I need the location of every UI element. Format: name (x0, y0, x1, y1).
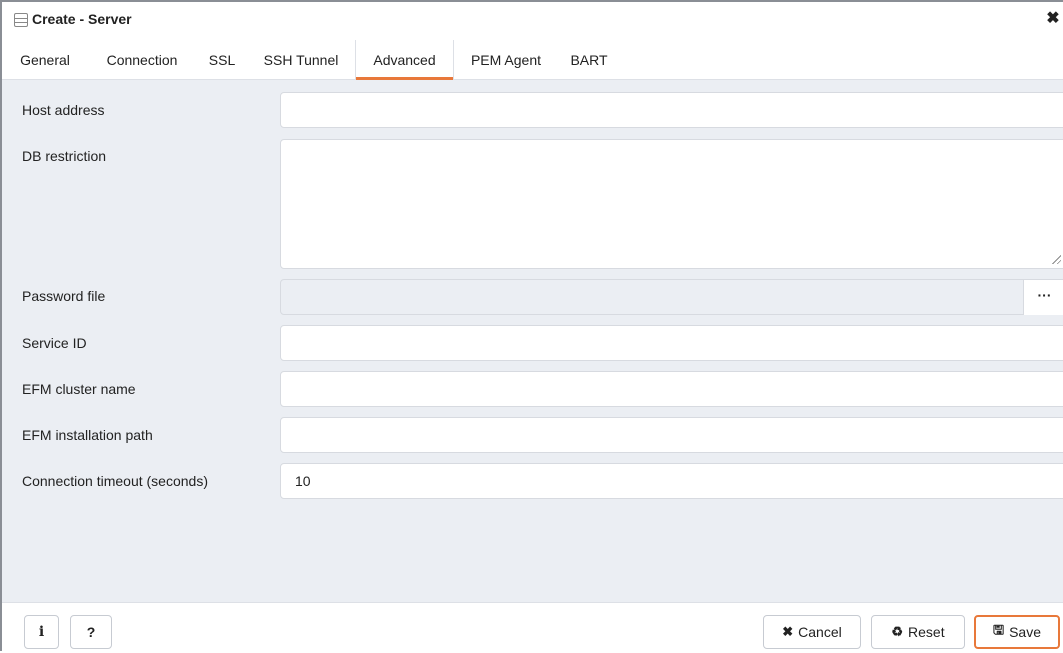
resize-grip-icon[interactable] (1051, 254, 1061, 264)
tab-ssl[interactable]: SSL (196, 40, 248, 80)
dialog-title: Create - Server (32, 11, 132, 27)
tab-ssh-tunnel[interactable]: SSH Tunnel (248, 40, 354, 80)
efm-cluster-name-input[interactable] (280, 371, 1063, 407)
save-label: Save (1009, 624, 1041, 640)
tab-connection[interactable]: Connection (88, 40, 196, 80)
reset-label: Reset (908, 624, 945, 640)
efm-installation-path-label: EFM installation path (22, 427, 153, 443)
efm-cluster-name-label: EFM cluster name (22, 381, 136, 397)
create-server-dialog: Create - Server ✖ General Connection SSL… (0, 0, 1063, 653)
browse-button[interactable]: ··· (1023, 280, 1063, 315)
floppy-disk-icon: 🖫 (993, 622, 1005, 637)
cancel-button[interactable]: ✖ Cancel (763, 615, 861, 649)
info-button[interactable]: i (24, 615, 59, 649)
server-icon (14, 13, 28, 27)
dialog-titlebar: Create - Server ✖ (2, 2, 1063, 40)
save-button[interactable]: 🖫 Save (974, 615, 1060, 649)
help-button[interactable]: ? (70, 615, 112, 649)
cancel-icon: ✖ (782, 624, 794, 639)
close-icon[interactable]: ✖ (1045, 10, 1061, 28)
reset-button[interactable]: ♻ Reset (871, 615, 965, 649)
host-address-label: Host address (22, 102, 105, 118)
service-id-label: Service ID (22, 335, 87, 351)
tab-bart[interactable]: BART (558, 40, 620, 80)
tab-bar: General Connection SSL SSH Tunnel Advanc… (2, 40, 1063, 80)
efm-installation-path-input[interactable] (280, 417, 1063, 453)
recycle-icon: ♻ (891, 624, 904, 639)
host-address-input[interactable] (280, 92, 1063, 128)
connection-timeout-label: Connection timeout (seconds) (22, 473, 208, 489)
db-restriction-label: DB restriction (22, 148, 107, 164)
password-file-input (280, 279, 1063, 315)
tab-general[interactable]: General (2, 40, 88, 80)
cancel-label: Cancel (798, 624, 842, 640)
db-restriction-textarea[interactable] (280, 139, 1063, 269)
service-id-input[interactable] (280, 325, 1063, 361)
tab-advanced[interactable]: Advanced (355, 40, 454, 80)
password-file-label: Password file (22, 288, 106, 304)
tab-pem-agent[interactable]: PEM Agent (454, 40, 558, 80)
dialog-footer: i ? ✖ Cancel ♻ Reset 🖫 Save (2, 602, 1063, 653)
connection-timeout-input[interactable]: 10 (280, 463, 1063, 499)
